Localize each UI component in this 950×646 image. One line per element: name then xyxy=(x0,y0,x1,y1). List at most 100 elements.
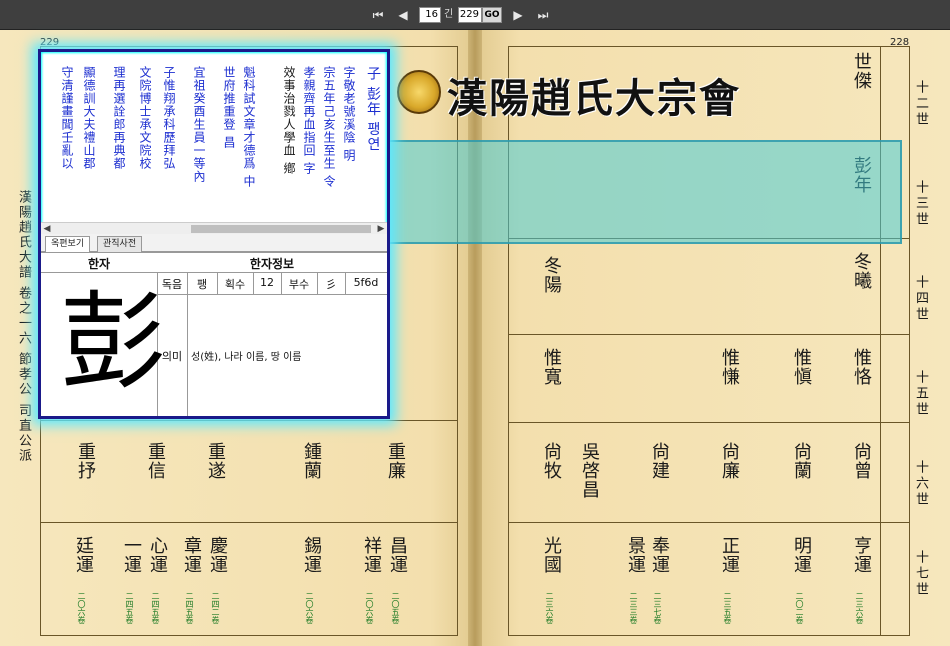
row-divider xyxy=(508,422,910,423)
name-16-4: 尙建 xyxy=(649,442,670,480)
name-17-2: 明運 xyxy=(791,536,812,574)
scroll-thumb[interactable] xyxy=(191,225,371,233)
label-strokes: 획수 xyxy=(224,278,246,291)
popup-text-column: 字敬老號溪陰 明 xyxy=(342,66,356,162)
popup-text-column: 守清謹畫聞壬亂以 xyxy=(60,66,74,170)
popup-tabs: 옥편보기 관직사전 xyxy=(41,234,387,252)
prev-page-button[interactable]: ◀ xyxy=(396,6,410,24)
volume-note: 二三五卷 xyxy=(723,592,732,624)
name-16-2: 重信 xyxy=(145,442,166,480)
dictionary-popup[interactable]: 子 彭年 팽연 字敬老號溪陰 明 宗五年己亥生至生 令 孝親齊再血指回 字 效事… xyxy=(38,49,390,419)
label-reading: 독음 xyxy=(161,278,183,291)
label-meaning: 의미 xyxy=(161,350,183,363)
value-meaning: 성(姓), 나라 이름, 땅 이름 xyxy=(191,352,302,363)
name-17-3: 正運 xyxy=(719,536,740,574)
name-16-5: 吳啓昌 xyxy=(579,442,600,499)
name-16-1: 重抒 xyxy=(75,442,96,480)
value-reading: 팽 xyxy=(196,278,208,291)
clan-banner: 漢陽趙氏大宗會 xyxy=(395,62,770,122)
toolbar: ⏮ ◀ 16 긴 229 GO ▶ ⏭ xyxy=(0,0,950,30)
volume-note: 二四二卷 xyxy=(211,592,220,624)
selection-highlight[interactable] xyxy=(388,140,902,244)
gen-column-divider xyxy=(880,46,881,636)
name-16-3: 重遂 xyxy=(205,442,226,480)
volume-note: 二〇六卷 xyxy=(305,592,314,624)
name-12: 世傑 xyxy=(851,52,872,90)
volume-note: 二三六卷 xyxy=(545,592,554,624)
name-16-3: 尙廉 xyxy=(719,442,740,480)
name-17-5: 景運 xyxy=(625,536,646,574)
volume-note: 二〇六卷 xyxy=(77,592,86,624)
row-divider xyxy=(40,522,458,523)
name-15-3: 惟慊 xyxy=(719,348,740,386)
value-strokes: 12 xyxy=(260,276,274,289)
popup-text-column: 文院博士承文院校 xyxy=(138,66,152,170)
page-separator: 긴 xyxy=(444,9,454,20)
clan-emblem-icon xyxy=(397,70,441,114)
popup-text-column: 孝親齊再血指回 字 xyxy=(302,66,316,175)
last-page-button[interactable]: ⏭ xyxy=(534,6,552,24)
name-17-1: 亨運 xyxy=(851,536,872,574)
name-15-1: 惟恪 xyxy=(851,348,872,386)
name-17-4: 奉運 xyxy=(649,536,670,574)
name-17-6: 錫運 xyxy=(301,536,322,574)
first-page-button[interactable]: ⏮ xyxy=(369,6,387,24)
tab-office-dictionary[interactable]: 관직사전 xyxy=(97,236,143,252)
volume-note: 二三三卷 xyxy=(629,592,638,624)
row-divider xyxy=(40,420,458,421)
gen-label-16: 十六世 xyxy=(913,460,928,508)
tab-jade-dictionary[interactable]: 옥편보기 xyxy=(45,236,91,252)
name-17-7: 祥運 xyxy=(361,536,382,574)
name-15-2: 惟愼 xyxy=(791,348,812,386)
volume-note: 二〇五卷 xyxy=(391,592,400,624)
popup-text-column: 效事治戮人學血 鄕 xyxy=(282,66,296,175)
name-16-2: 尙蘭 xyxy=(791,442,812,480)
gen-label-15: 十五世 xyxy=(913,370,928,418)
volume-note: 二〇二卷 xyxy=(795,592,804,624)
popup-text-column: 顯德訓大夫禮山郡 xyxy=(82,66,96,170)
name-16-6: 尙牧 xyxy=(541,442,562,480)
hanja-info-table: 한자 한자정보 彭 독음 팽 획수 12 부수 彡 5f6d 의미 성(姓), … xyxy=(41,252,387,416)
name-14-2: 冬陽 xyxy=(541,256,562,294)
name-17-4: 章運 xyxy=(181,536,202,574)
gen-label-13: 十三世 xyxy=(913,180,928,228)
popup-horizontal-scrollbar[interactable]: ◀ ▶ xyxy=(41,222,387,234)
volume-note: 二四五卷 xyxy=(151,592,160,624)
header-hanja: 한자 xyxy=(87,257,111,271)
popup-text-column: 理再選詮郎再典都 xyxy=(112,66,126,170)
name-15-4: 惟寬 xyxy=(541,348,562,386)
go-button[interactable]: GO xyxy=(482,7,502,23)
header-hanja-info: 한자정보 xyxy=(249,257,295,271)
total-pages-field: 229 xyxy=(458,7,482,23)
popup-text-column: 宜祖癸酉生員一等內 xyxy=(192,66,206,183)
name-17-2: 一運 xyxy=(121,536,142,574)
popup-text-column: 子 彭年 팽연 xyxy=(365,66,381,152)
gen-label-14: 十四世 xyxy=(913,275,928,323)
value-radical: 彡 xyxy=(325,278,337,291)
popup-text-area: 子 彭年 팽연 字敬老號溪陰 明 宗五年己亥生至生 令 孝親齊再血指回 字 效事… xyxy=(41,52,387,222)
gen-label-12: 十二世 xyxy=(913,80,928,128)
volume-note: 二四五卷 xyxy=(185,592,194,624)
popup-text-column: 魁科試文章才德爲 中 xyxy=(242,66,256,188)
popup-text-column: 宗五年己亥生至生 令 xyxy=(322,66,336,188)
label-radical: 부수 xyxy=(288,278,310,291)
gen-label-17: 十七世 xyxy=(913,550,928,598)
name-17-8: 昌運 xyxy=(387,536,408,574)
volume-note: 二三六卷 xyxy=(855,592,864,624)
name-16-1: 尙曾 xyxy=(851,442,872,480)
value-unicode: 5f6d xyxy=(353,276,379,289)
banner-title: 漢陽趙氏大宗會 xyxy=(447,75,741,122)
popup-text-column: 子惟翔承科歷拜弘 xyxy=(162,66,176,170)
name-16-5: 重廉 xyxy=(385,442,406,480)
volume-note: 二〇六卷 xyxy=(365,592,374,624)
page-number-input[interactable]: 16 xyxy=(419,7,441,23)
name-17-5: 慶運 xyxy=(207,536,228,574)
name-17-1: 廷運 xyxy=(73,536,94,574)
volume-note: 二四五卷 xyxy=(125,592,134,624)
spine-title: 漢陽趙氏大譜 卷之一六 節孝公 司直公派 xyxy=(16,190,31,464)
name-14-1: 冬曦 xyxy=(851,252,872,290)
hanja-character: 彭 xyxy=(60,281,166,404)
next-page-button[interactable]: ▶ xyxy=(511,6,525,24)
name-16-4: 鍾蘭 xyxy=(301,442,322,480)
row-divider xyxy=(508,334,910,335)
